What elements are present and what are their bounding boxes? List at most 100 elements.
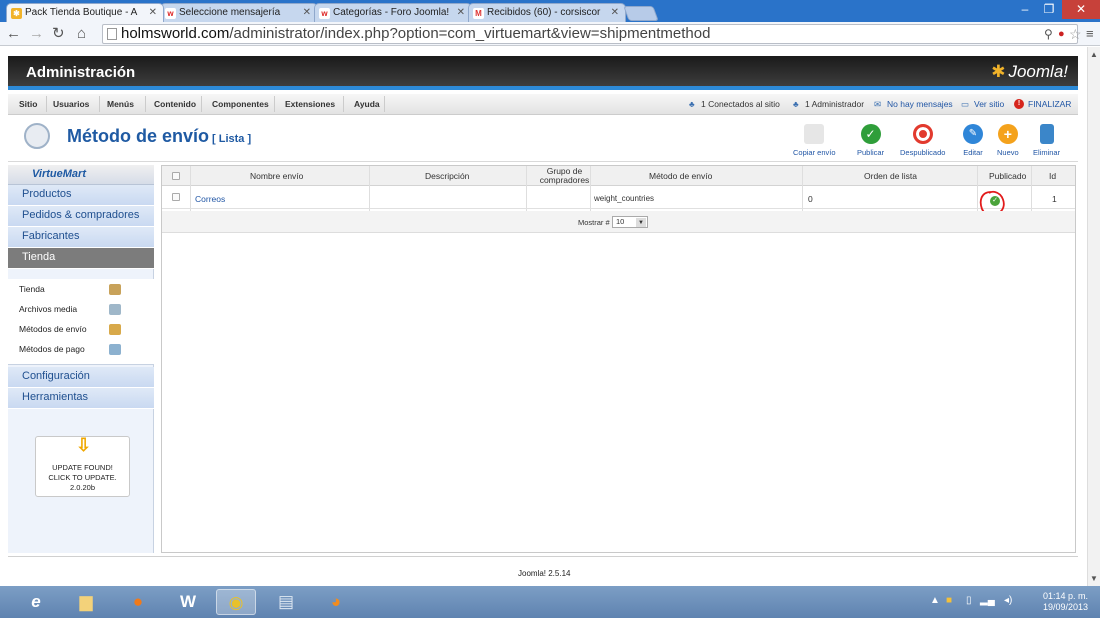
browser-tab[interactable]: M Recibidos (60) - corsiscor ✕	[468, 3, 626, 22]
admin-footer: Joomla! 2.5.14	[8, 556, 1078, 584]
submenu-item-pago[interactable]: Métodos de pago	[19, 344, 121, 355]
scroll-up-icon[interactable]: ▲	[1090, 50, 1098, 59]
col-header-id[interactable]: Id	[1049, 171, 1056, 181]
page-scrollbar[interactable]: ▲ ▼	[1087, 47, 1100, 587]
download-arrow-icon: ⇩	[76, 435, 92, 455]
update-button[interactable]: ⇩ UPDATE FOUND! CLICK TO UPDATE. 2.0.20b	[35, 436, 130, 497]
divider	[145, 96, 146, 112]
browser-tab[interactable]: ✱ Pack Tienda Boutique - A ✕	[6, 3, 164, 22]
divider	[201, 96, 202, 112]
page-size-select[interactable]: 10 ▼	[612, 216, 648, 228]
tab-title: Categorías - Foro Joomla!	[333, 7, 450, 18]
page-title-text: Método de envío	[67, 126, 210, 146]
logout-link[interactable]: FINALIZAR	[1028, 99, 1071, 109]
network-app-icon[interactable]: ▤	[266, 589, 306, 615]
sidebar-item-productos[interactable]: Productos	[8, 185, 154, 206]
store-icon	[109, 284, 121, 295]
tab-title: Recibidos (60) - corsiscor	[487, 7, 601, 18]
menu-item-extensiones[interactable]: Extensiones	[285, 99, 335, 109]
menu-item-usuarios[interactable]: Usuarios	[53, 99, 89, 109]
shipment-name-link[interactable]: Correos	[195, 194, 225, 204]
submenu-label: Archivos media	[19, 304, 78, 314]
scroll-down-icon[interactable]: ▼	[1090, 574, 1098, 583]
menu-icon[interactable]: ≡	[1086, 25, 1094, 43]
mail-icon: ✉	[874, 99, 882, 109]
clock-time: 01:14 p. m.	[1042, 591, 1088, 601]
bookmark-star-icon[interactable]: ☆	[1069, 25, 1082, 43]
tray-expand-icon[interactable]: ▲	[930, 595, 940, 606]
browser-tab[interactable]: w Categorías - Foro Joomla! ✕	[314, 3, 472, 22]
publish-button[interactable]: ✓ Publicar	[857, 124, 884, 157]
admin-title: Administración	[26, 64, 136, 81]
extension-icon[interactable]: ●	[1058, 25, 1065, 43]
select-all-checkbox[interactable]	[172, 172, 180, 180]
page-icon	[107, 28, 117, 40]
ie-icon[interactable]: e	[16, 589, 56, 615]
forward-icon[interactable]: →	[29, 25, 44, 43]
sidebar-item-herramientas[interactable]: Herramientas	[8, 388, 154, 409]
view-site-link[interactable]: Ver sitio	[974, 99, 1004, 109]
restore-icon[interactable]: ❐	[1036, 0, 1062, 19]
signal-icon: ▂▄	[980, 595, 995, 606]
menu-item-componentes[interactable]: Componentes	[212, 99, 269, 109]
publish-label: Publicar	[857, 148, 885, 157]
menu-item-contenido[interactable]: Contenido	[154, 99, 196, 109]
submenu-item-media[interactable]: Archivos media	[19, 304, 121, 315]
word-icon[interactable]: W	[168, 589, 208, 615]
windows-taskbar: e ▆ ● W ◉ ▤ ◕ ▲ ■ ▯ ▂▄ ◂) 01:14 p. m. 19…	[0, 586, 1100, 618]
joomla-logo-text: Joomla!	[1008, 62, 1068, 81]
unpublish-button[interactable]: Despublicado	[900, 124, 945, 157]
tray-app-icon[interactable]: ■	[946, 595, 952, 606]
home-icon[interactable]: ⌂	[77, 25, 86, 43]
close-window-icon[interactable]: ✕	[1062, 0, 1100, 19]
chrome-icon[interactable]: ◉	[216, 589, 256, 615]
new-button[interactable]: + Nuevo	[997, 124, 1019, 157]
sidebar-item-pedidos[interactable]: Pedidos & compradores	[8, 206, 154, 227]
media-player-icon[interactable]: ●	[118, 589, 158, 615]
delete-button[interactable]: Eliminar	[1033, 124, 1060, 157]
search-icon[interactable]: ⚲	[1044, 25, 1053, 43]
new-tab-button[interactable]	[623, 6, 659, 21]
row-checkbox[interactable]	[172, 193, 180, 201]
sidebar-item-fabricantes[interactable]: Fabricantes	[8, 227, 154, 248]
close-icon[interactable]: ✕	[303, 7, 311, 18]
back-icon[interactable]: ←	[6, 25, 21, 43]
tab-title: Seleccione mensajería	[179, 7, 281, 18]
menu-item-ayuda[interactable]: Ayuda	[354, 99, 380, 109]
close-icon[interactable]: ✕	[457, 7, 465, 18]
url-path: /administrator/index.php?option=com_virt…	[229, 25, 711, 42]
page-size-value: 10	[616, 217, 625, 226]
reload-icon[interactable]: ↻	[52, 25, 65, 43]
submenu-item-envio[interactable]: Métodos de envío	[19, 324, 121, 335]
trash-icon	[1039, 124, 1054, 144]
firefox-icon[interactable]: ◕	[316, 589, 356, 615]
pager-label: Mostrar #	[578, 218, 610, 227]
unpublish-icon	[912, 124, 933, 144]
copy-shipment-button[interactable]: Copiar envío	[793, 124, 836, 157]
divider	[384, 96, 385, 112]
menu-item-sitio[interactable]: Sitio	[19, 99, 37, 109]
update-line1: UPDATE FOUND!	[52, 463, 113, 472]
folder-icon[interactable]: ▆	[66, 589, 106, 615]
copy-shipment-label: Copiar envío	[793, 148, 836, 157]
browser-tab[interactable]: w Seleccione mensajería ✕	[160, 3, 318, 22]
close-icon[interactable]: ✕	[149, 7, 157, 18]
col-header-group: Grupo de compradores	[539, 166, 590, 185]
w-icon: w	[319, 8, 330, 19]
users-icon: ♣	[689, 99, 695, 109]
taskbar-clock[interactable]: 01:14 p. m. 19/09/2013	[1043, 591, 1088, 613]
messages-link[interactable]: No hay mensajes	[887, 99, 953, 109]
sidebar-item-tienda[interactable]: Tienda	[8, 248, 154, 269]
copy-icon	[804, 124, 825, 144]
unpublish-label: Despublicado	[900, 148, 946, 157]
volume-icon[interactable]: ◂)	[1004, 595, 1012, 606]
col-header-order[interactable]: Orden de lista	[864, 171, 917, 181]
sidebar-item-configuracion[interactable]: Configuración	[8, 367, 154, 388]
edit-button[interactable]: ✎ Editar	[963, 124, 983, 157]
url-input[interactable]: holmsworld.com/administrator/index.php?o…	[102, 24, 1078, 44]
col-header-name[interactable]: Nombre envío	[250, 171, 303, 181]
col-header-published[interactable]: Publicado	[989, 171, 1026, 181]
submenu-item-tienda[interactable]: Tienda	[19, 284, 121, 295]
close-icon[interactable]: ✕	[611, 7, 619, 18]
menu-item-menus[interactable]: Menús	[107, 99, 134, 109]
